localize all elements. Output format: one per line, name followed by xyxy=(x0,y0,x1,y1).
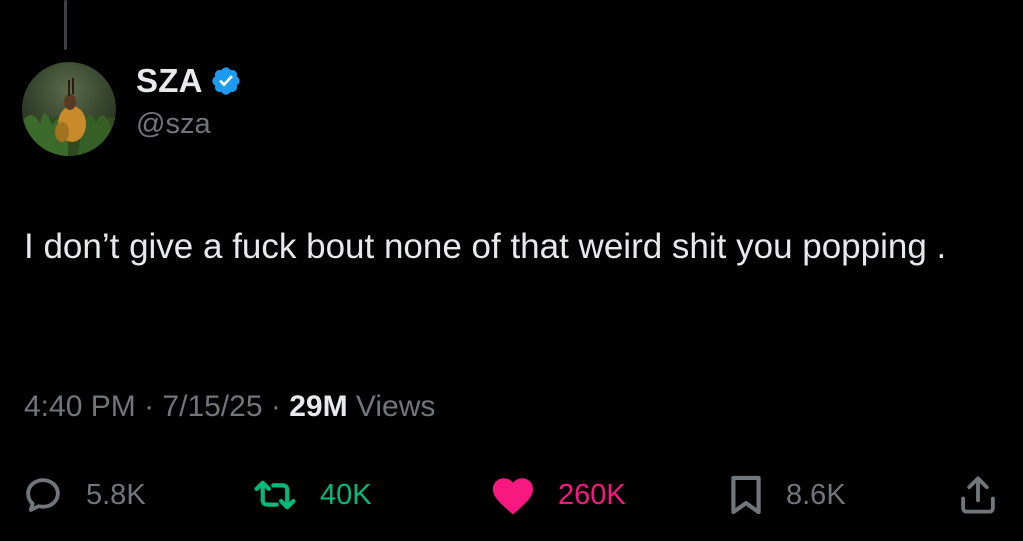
bookmark-count: 8.6K xyxy=(786,478,846,511)
bookmark-button[interactable]: 8.6K xyxy=(728,468,846,522)
views-label: Views xyxy=(355,390,436,423)
reply-icon xyxy=(26,478,60,512)
author-handle[interactable]: @sza xyxy=(136,108,242,141)
tweet-meta: 4:40 PM · 7/15/25 · 29M Views xyxy=(24,390,435,424)
reply-button[interactable]: 5.8K xyxy=(22,468,146,522)
share-button[interactable] xyxy=(957,468,999,522)
share-icon xyxy=(961,476,995,514)
views-count[interactable]: 29M xyxy=(289,390,347,423)
verified-badge-icon xyxy=(211,67,240,95)
like-button[interactable]: 260K xyxy=(490,468,626,522)
like-count: 260K xyxy=(558,478,626,511)
bookmark-icon xyxy=(731,475,761,515)
tweet-author[interactable]: SZA @sza xyxy=(136,60,242,141)
tweet-date[interactable]: 7/15/25 xyxy=(162,390,262,423)
avatar[interactable] xyxy=(22,62,116,156)
tweet-actions-bar: 5.8K 40K 260K 8.6K xyxy=(0,468,1023,522)
retweet-count: 40K xyxy=(320,478,372,511)
tweet-text: I don’t give a fuck bout none of that we… xyxy=(24,227,947,266)
thread-connector-line xyxy=(64,0,67,50)
reply-count: 5.8K xyxy=(86,478,146,511)
retweet-button[interactable]: 40K xyxy=(252,468,372,522)
heart-icon xyxy=(492,478,534,515)
retweet-icon xyxy=(254,480,296,510)
tweet-time[interactable]: 4:40 PM xyxy=(24,390,136,423)
author-display-name[interactable]: SZA xyxy=(136,62,203,100)
meta-separator: · xyxy=(144,390,155,423)
meta-separator: · xyxy=(270,390,281,423)
